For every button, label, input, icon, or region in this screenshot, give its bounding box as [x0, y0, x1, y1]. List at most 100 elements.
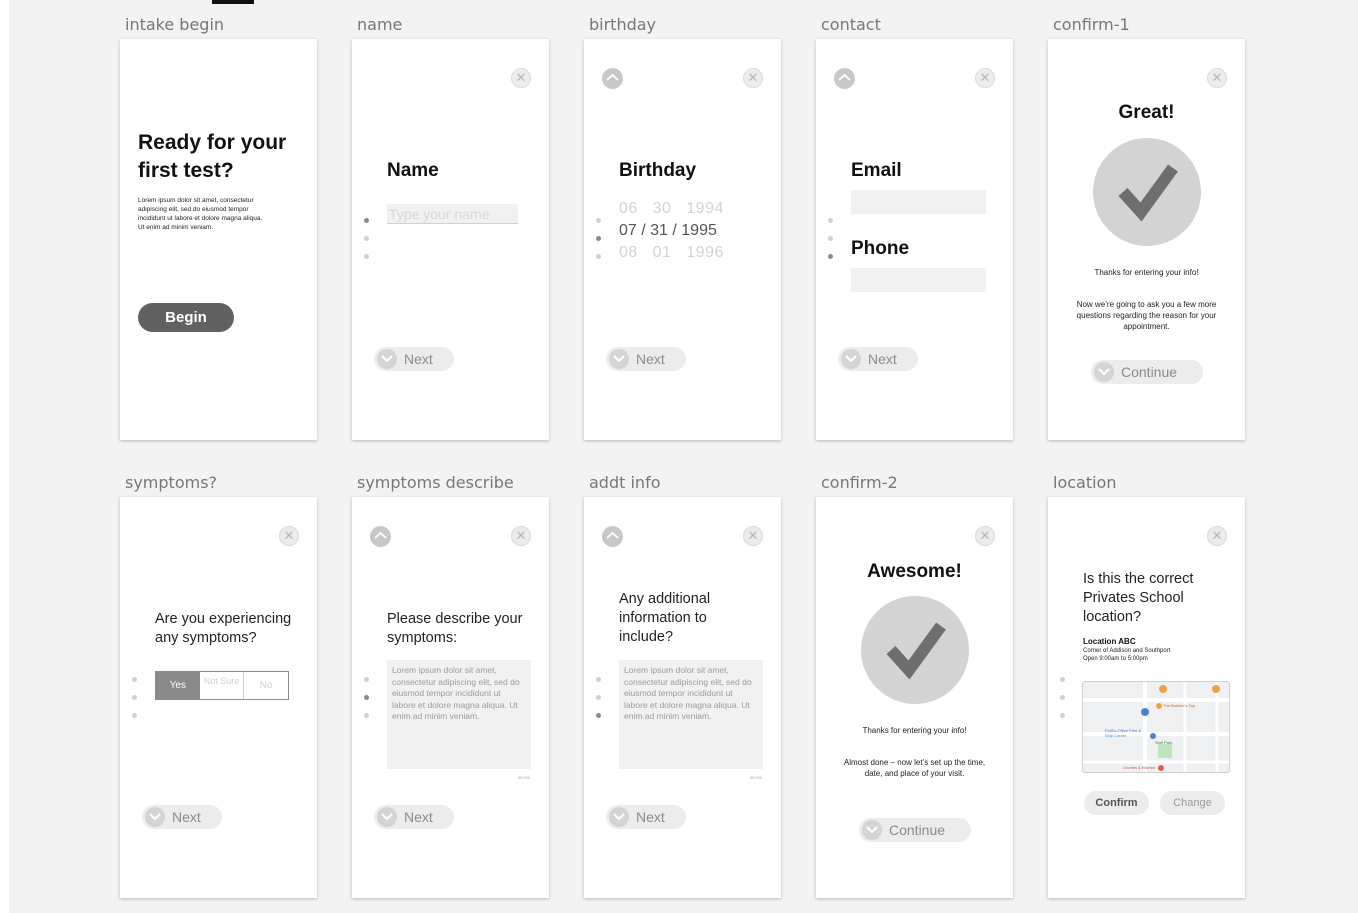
screen-birthday: ✕ Birthday 06 30 1994 07 / 31 / 1995 08 …	[584, 39, 781, 440]
location-address: Corner of Addison and Southport	[1083, 648, 1171, 654]
progress-dots	[364, 677, 370, 731]
next-label: Next	[172, 809, 201, 825]
frame-label-location: location	[1053, 473, 1117, 492]
chevron-down-icon	[862, 820, 882, 840]
continue-label: Continue	[889, 822, 946, 838]
map-poi-4: Crumbs & Kitchen	[1123, 765, 1156, 770]
chevron-up-icon[interactable]	[602, 526, 623, 547]
next-button[interactable]: Next	[606, 805, 686, 829]
chevron-up-icon[interactable]	[834, 68, 855, 89]
chevron-down-icon	[145, 807, 165, 827]
option-no[interactable]: No	[244, 672, 288, 699]
frame-label-addt-info: addt info	[589, 473, 661, 492]
option-yes[interactable]: Yes	[156, 672, 200, 699]
describe-question: Please describe your symptoms:	[387, 611, 523, 646]
next-button[interactable]: Next	[838, 347, 918, 371]
top-edge-mark	[212, 0, 254, 4]
chevron-up-icon[interactable]	[370, 526, 391, 547]
next-label: Next	[636, 809, 665, 825]
screen-addt-info: ✕ Any additional information to include?…	[584, 497, 781, 898]
continue-button[interactable]: Continue	[859, 818, 971, 842]
date-next[interactable]: 08 01 1996	[619, 244, 724, 262]
next-label: Next	[404, 351, 433, 367]
progress-dots	[364, 218, 370, 272]
screen-symptoms: ✕ Are you experiencing any symptoms? Yes…	[120, 497, 317, 898]
frame-label-symptoms-describe: symptoms describe	[357, 473, 514, 492]
option-not-sure[interactable]: Not Sure	[200, 672, 245, 699]
progress-dots	[132, 677, 138, 731]
map-poi-3: Shel Park	[1155, 740, 1173, 745]
chevron-down-icon	[841, 349, 861, 369]
birthday-title: Birthday	[619, 160, 697, 181]
date-current[interactable]: 07 / 31 / 1995	[619, 222, 717, 240]
symptoms-textarea[interactable]: Lorem ipsum dolor sit amet, consectetur …	[387, 660, 531, 769]
progress-dots	[596, 218, 602, 272]
date-prev[interactable]: 06 30 1994	[619, 200, 724, 218]
location-name: Location ABC	[1083, 637, 1136, 646]
name-title: Name	[387, 160, 439, 181]
frame-label-name: name	[357, 15, 403, 34]
confirm-title: Great!	[1118, 102, 1175, 123]
phone-field[interactable]	[851, 268, 986, 292]
addt-question: Any additional information to include?	[619, 591, 711, 645]
close-icon[interactable]: ✕	[743, 526, 763, 546]
close-icon[interactable]: ✕	[1207, 526, 1227, 546]
frame-label-intake-begin: intake begin	[125, 15, 225, 34]
symptoms-segmented-control: Yes Not Sure No	[155, 671, 289, 700]
next-button[interactable]: Next	[374, 347, 454, 371]
screen-confirm-2: ✕ Awesome! Thanks for entering your info…	[816, 497, 1013, 898]
confirm-line2: Now we’re going to ask you a few more qu…	[1076, 300, 1217, 331]
location-map[interactable]: The Butcher's Tap FedEx Office Print & S…	[1082, 681, 1230, 773]
email-label: Email	[851, 160, 902, 181]
close-icon[interactable]: ✕	[975, 526, 995, 546]
screen-symptoms-describe: ✕ Please describe your symptoms: Lorem i…	[352, 497, 549, 898]
chevron-down-icon	[609, 349, 629, 369]
close-icon[interactable]: ✕	[975, 68, 995, 88]
close-icon[interactable]: ✕	[511, 526, 531, 546]
map-poi-1: The Butcher's Tap	[1163, 703, 1196, 708]
frame-label-birthday: birthday	[589, 15, 657, 34]
continue-button[interactable]: Continue	[1091, 360, 1203, 384]
next-label: Next	[636, 351, 665, 367]
close-icon[interactable]: ✕	[743, 68, 763, 88]
confirm-location-button[interactable]: Confirm	[1084, 791, 1149, 815]
next-button[interactable]: Next	[606, 347, 686, 371]
location-question: Is this the correct Privates School loca…	[1083, 571, 1194, 625]
symptoms-question: Are you experiencing any symptoms?	[155, 611, 292, 646]
map-poi-2: FedEx Office Print & Ship Center	[1105, 728, 1142, 738]
chevron-down-icon	[377, 349, 397, 369]
frame-label-contact: contact	[821, 15, 881, 34]
progress-dots	[596, 677, 602, 731]
screen-name: ✕ Name Type your name Next	[352, 39, 549, 440]
check-icon	[861, 596, 969, 704]
confirm2-title: Awesome!	[867, 561, 962, 582]
screen-location: ✕ Is this the correct Privates School lo…	[1048, 497, 1245, 898]
next-button[interactable]: Next	[374, 805, 454, 829]
begin-button[interactable]: Begin	[138, 303, 234, 332]
close-icon[interactable]: ✕	[279, 526, 299, 546]
addt-textarea[interactable]: Lorem ipsum dolor sit amet, consectetur …	[619, 660, 763, 769]
email-field[interactable]	[851, 190, 986, 214]
char-counter: 55/250	[517, 775, 530, 780]
close-icon[interactable]: ✕	[1207, 68, 1227, 88]
frame-label-symptoms: symptoms?	[125, 473, 218, 492]
name-input[interactable]: Type your name	[387, 204, 518, 224]
frame-label-confirm-2: confirm-2	[821, 473, 898, 492]
next-button[interactable]: Next	[142, 805, 222, 829]
phone-label: Phone	[851, 238, 910, 259]
screen-contact: ✕ Email Phone Next	[816, 39, 1013, 440]
next-label: Next	[868, 351, 897, 367]
frame-label-confirm-1: confirm-1	[1053, 15, 1130, 34]
check-icon	[1093, 138, 1201, 246]
change-location-button[interactable]: Change	[1160, 791, 1225, 815]
screen-confirm-1: ✕ Great! Thanks for entering your info! …	[1048, 39, 1245, 440]
confirm2-line1: Thanks for entering your info!	[862, 726, 967, 735]
chevron-up-icon[interactable]	[602, 68, 623, 89]
intake-title: Ready for your first test?	[138, 131, 287, 182]
continue-label: Continue	[1121, 364, 1178, 380]
confirm-line1: Thanks for entering your info!	[1094, 268, 1199, 277]
close-icon[interactable]: ✕	[511, 68, 531, 88]
progress-dots	[1060, 677, 1066, 731]
chevron-down-icon	[1094, 362, 1114, 382]
chevron-down-icon	[377, 807, 397, 827]
